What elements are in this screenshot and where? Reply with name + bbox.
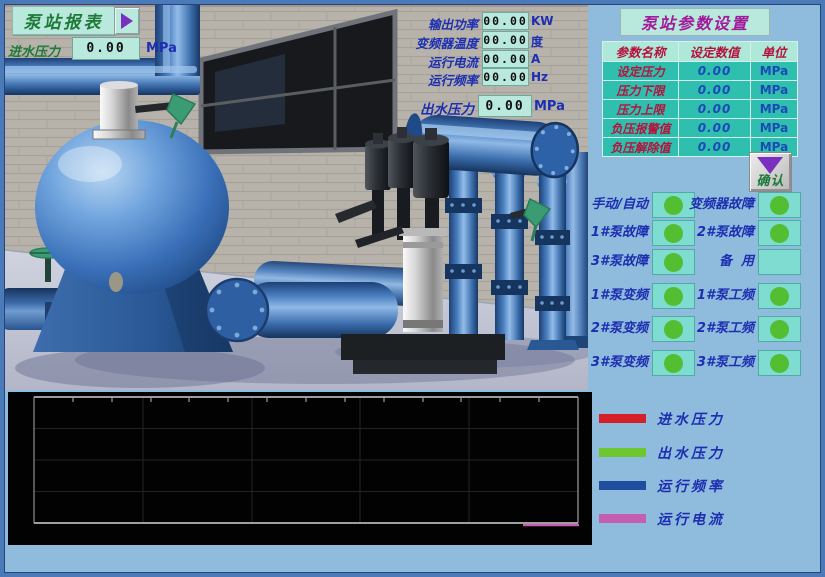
- hmi-screen: 泵站报表 进水压力 0.00 MPa 输出功率 00.00 KW 变频器温度 0…: [0, 0, 825, 577]
- inlet-pressure-unit: MPa: [146, 41, 177, 56]
- outlet-pressure-label: 出水压力: [330, 98, 474, 118]
- header-set-value: 设定数值: [679, 42, 751, 61]
- param-value-field[interactable]: 0.00: [679, 81, 751, 99]
- legend-label-outlet: 出水压力: [657, 443, 725, 463]
- status-label-pump2-fault: 2#泵故障: [656, 220, 754, 245]
- status-row: 1#泵故障 2#泵故障: [0, 220, 825, 246]
- running-frequency-label: 运行频率: [330, 70, 478, 89]
- status-row: 手动/自动 变频器故障: [0, 192, 825, 218]
- running-current-unit: A: [531, 52, 540, 66]
- legend-swatch-outlet: [599, 448, 646, 457]
- status-row: 1#泵变频 1#泵工频: [0, 283, 825, 309]
- running-frequency-value: 00.00: [482, 68, 529, 86]
- lamp-dot: [770, 224, 789, 243]
- param-name: 压力下限: [603, 81, 679, 99]
- output-power-unit: KW: [531, 14, 554, 28]
- inverter-temp-unit: 度: [531, 33, 543, 50]
- status-label-pump1-vfd: 1#泵变频: [548, 283, 648, 308]
- param-name: 负压报警值: [603, 119, 679, 137]
- status-label-spare: 备 用: [656, 249, 754, 274]
- lamp-dot: [770, 354, 789, 373]
- status-lamp-pump1-mains: [758, 283, 801, 309]
- table-row: 设定压力 0.00 MPa: [603, 62, 797, 81]
- param-name: 设定压力: [603, 62, 679, 80]
- output-power-value: 00.00: [482, 12, 529, 30]
- running-current-label: 运行电流: [330, 52, 478, 71]
- trend-chart: [8, 392, 592, 545]
- inverter-temp-value: 00.00: [482, 31, 529, 49]
- lamp-dot: [770, 196, 789, 215]
- settings-table: 参数名称 设定数值 单位 设定压力 0.00 MPa 压力下限 0.00 MPa…: [602, 41, 798, 157]
- header-param-name: 参数名称: [603, 42, 679, 61]
- running-frequency-unit: Hz: [531, 70, 548, 84]
- legend-swatch-current: [599, 514, 646, 523]
- status-label-pump1-mains: 1#泵工频: [656, 283, 754, 308]
- inlet-pressure-value: 0.00: [72, 37, 140, 60]
- param-name: 压力上限: [603, 100, 679, 118]
- pump-motors: [365, 127, 449, 198]
- settings-panel-title: 泵站参数设置: [620, 8, 770, 36]
- status-lamp-pump2-mains: [758, 316, 801, 342]
- right-triangle-icon: [121, 13, 133, 29]
- param-unit: MPa: [751, 119, 797, 137]
- param-name: 负压解除值: [603, 138, 679, 156]
- running-current-value: 00.00: [482, 50, 529, 68]
- header-unit: 单位: [751, 42, 797, 61]
- legend-swatch-inlet: [599, 414, 646, 423]
- report-button[interactable]: 泵站报表: [12, 6, 115, 35]
- status-lamp-inverter-fault: [758, 192, 801, 218]
- trend-chart-svg: [8, 392, 592, 545]
- status-label-inverter-fault: 变频器故障: [656, 192, 754, 217]
- legend-label-inlet: 进水压力: [657, 409, 725, 429]
- status-row: 3#泵故障 备 用: [0, 249, 825, 275]
- param-value-field[interactable]: 0.00: [679, 119, 751, 137]
- status-label-pump2-mains: 2#泵工频: [656, 316, 754, 341]
- report-arrow-button[interactable]: [114, 7, 140, 35]
- lamp-dot: [770, 287, 789, 306]
- confirm-label: 确认: [750, 170, 791, 189]
- status-lamp-pump2-fault: [758, 220, 801, 246]
- param-value-field[interactable]: 0.00: [679, 62, 751, 80]
- confirm-button[interactable]: 确认: [749, 152, 792, 192]
- inverter-temp-label: 变频器温度: [330, 33, 478, 52]
- legend-label-frequency: 运行频率: [657, 476, 725, 496]
- status-label-pump3-mains: 3#泵工频: [656, 350, 754, 375]
- table-row: 负压报警值 0.00 MPa: [603, 119, 797, 138]
- status-label-pump1-fault: 1#泵故障: [548, 220, 648, 245]
- param-value-field[interactable]: 0.00: [679, 100, 751, 118]
- outlet-pressure-unit: MPa: [534, 99, 565, 114]
- param-value-field[interactable]: 0.00: [679, 138, 751, 156]
- settings-table-header: 参数名称 设定数值 单位: [603, 42, 797, 62]
- param-unit: MPa: [751, 62, 797, 80]
- status-label-manual-auto: 手动/自动: [548, 192, 648, 217]
- table-row: 压力上限 0.00 MPa: [603, 100, 797, 119]
- status-lamp-pump3-mains: [758, 350, 801, 376]
- status-label-pump2-vfd: 2#泵变频: [548, 316, 648, 341]
- status-row: 3#泵变频 3#泵工频: [0, 350, 825, 376]
- output-power-label: 输出功率: [330, 14, 478, 33]
- outlet-pressure-value: 0.00: [478, 95, 532, 117]
- param-unit: MPa: [751, 81, 797, 99]
- param-unit: MPa: [751, 100, 797, 118]
- inlet-pressure-label: 进水压力: [8, 41, 60, 60]
- status-label-pump3-vfd: 3#泵变频: [548, 350, 648, 375]
- table-row: 压力下限 0.00 MPa: [603, 81, 797, 100]
- status-label-pump3-fault: 3#泵故障: [548, 249, 648, 274]
- legend-swatch-frequency: [599, 481, 646, 490]
- legend-label-current: 运行电流: [657, 509, 725, 529]
- status-row: 2#泵变频 2#泵工频: [0, 316, 825, 342]
- lamp-dot: [770, 320, 789, 339]
- status-lamp-spare: [758, 249, 801, 275]
